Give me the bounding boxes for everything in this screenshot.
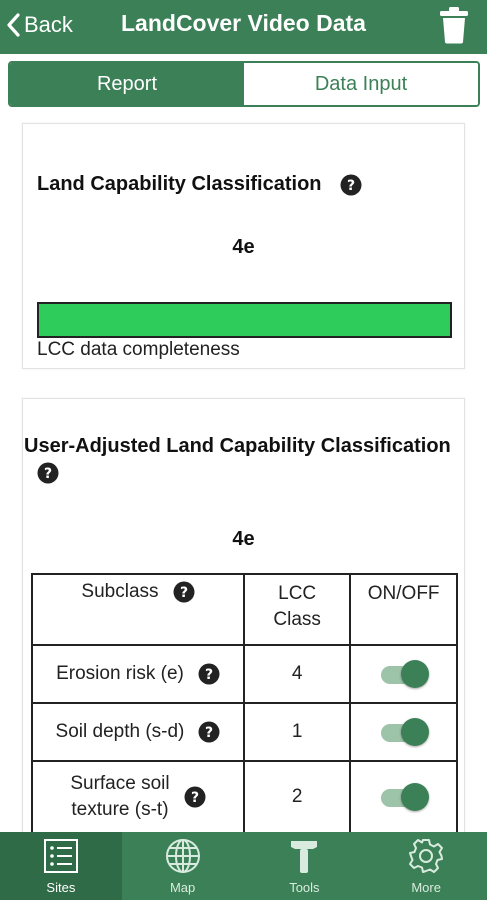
- toggle-cell: [349, 644, 458, 704]
- lcc-completeness-bar: [37, 302, 452, 338]
- lcc-title-row: Land Capability Classification ?: [37, 173, 362, 196]
- help-icon[interactable]: ?: [184, 786, 206, 808]
- nav-label: Tools: [289, 880, 320, 895]
- table-header-row: Subclass ? LCC Class ON/OFF: [31, 573, 458, 646]
- subclass-cell: Surface soil texture (s-t) ?: [31, 760, 245, 832]
- header-on-off: ON/OFF: [349, 573, 458, 646]
- subclass-label: Surface soil texture (s-t): [70, 771, 169, 823]
- delete-button[interactable]: [439, 6, 469, 44]
- table-row: Erosion risk (e) ? 4: [31, 644, 458, 704]
- help-icon[interactable]: ?: [198, 663, 220, 685]
- lcc-class-cell: 1: [242, 702, 352, 762]
- svg-text:?: ?: [179, 585, 187, 601]
- report-content[interactable]: Land Capability Classification ? 4e LCC …: [0, 113, 487, 832]
- surface-texture-toggle[interactable]: [379, 783, 429, 811]
- lcc-class-cell: 4: [242, 644, 352, 704]
- help-icon[interactable]: ?: [37, 462, 59, 484]
- user-lcc-title-row: User-Adjusted Land Capability Classifica…: [24, 435, 466, 458]
- subclass-table: Subclass ? LCC Class ON/OFF Erosion risk…: [31, 573, 458, 832]
- header-lcc-line1: LCC: [278, 583, 317, 604]
- subclass-label-line2: texture (s-t): [71, 799, 169, 820]
- list-icon: [43, 839, 78, 873]
- svg-text:?: ?: [205, 667, 213, 683]
- table-row: Surface soil texture (s-t) ? 2: [31, 760, 458, 832]
- lcc-completeness-fill: [39, 304, 450, 336]
- nav-label: Map: [169, 880, 196, 895]
- page-title: LandCover Video Data: [121, 10, 366, 36]
- subclass-cell: Erosion risk (e) ?: [31, 644, 245, 704]
- bottom-nav: Sites Map Tools More: [0, 832, 487, 900]
- user-lcc-title: User-Adjusted Land Capability Classifica…: [24, 435, 451, 457]
- help-icon[interactable]: ?: [173, 581, 195, 603]
- user-lcc-value: 4e: [232, 528, 255, 550]
- gear-icon: [409, 839, 444, 873]
- subclass-label: Erosion risk (e): [56, 663, 184, 684]
- tab-data-input[interactable]: Data Input: [244, 63, 478, 105]
- svg-text:?: ?: [44, 466, 52, 482]
- nav-map[interactable]: Map: [122, 832, 244, 900]
- svg-text:?: ?: [346, 178, 354, 194]
- header-subclass-label: Subclass: [81, 581, 159, 602]
- lcc-completeness-label: LCC data completeness: [37, 339, 240, 360]
- globe-icon: [165, 839, 200, 873]
- lcc-value: 4e: [232, 236, 255, 258]
- nav-label: Sites: [46, 880, 76, 895]
- subclass-label: Soil depth (s-d): [55, 721, 185, 742]
- table-row: Soil depth (s-d) ? 1: [31, 702, 458, 762]
- lcc-card: Land Capability Classification ? 4e LCC …: [22, 123, 465, 369]
- nav-sites[interactable]: Sites: [0, 832, 122, 900]
- help-icon[interactable]: ?: [198, 721, 220, 743]
- user-lcc-card: User-Adjusted Land Capability Classifica…: [22, 398, 465, 832]
- app-header: Back LandCover Video Data: [0, 0, 487, 54]
- soil-depth-toggle[interactable]: [379, 718, 429, 746]
- toggle-cell: [349, 760, 458, 832]
- tab-report[interactable]: Report: [10, 63, 244, 105]
- nav-label: More: [411, 880, 441, 895]
- header-subclass: Subclass ?: [31, 573, 245, 646]
- nav-more[interactable]: More: [365, 832, 487, 900]
- svg-text:?: ?: [191, 790, 199, 806]
- lcc-class-cell: 2: [242, 760, 352, 832]
- toggle-cell: [349, 702, 458, 762]
- header-lcc-class: LCC Class: [242, 573, 352, 646]
- header-lcc-line2: Class: [273, 609, 321, 630]
- nav-tools[interactable]: Tools: [244, 832, 366, 900]
- subclass-cell: Soil depth (s-d) ?: [31, 702, 245, 762]
- subclass-label-line1: Surface soil: [70, 773, 170, 794]
- svg-text:?: ?: [205, 725, 213, 741]
- erosion-toggle[interactable]: [379, 660, 429, 688]
- lcc-title: Land Capability Classification: [37, 173, 322, 195]
- help-icon[interactable]: ?: [340, 174, 362, 196]
- report-tabs: Report Data Input: [8, 61, 480, 107]
- hammer-icon: [291, 841, 318, 873]
- trash-icon: [440, 7, 468, 44]
